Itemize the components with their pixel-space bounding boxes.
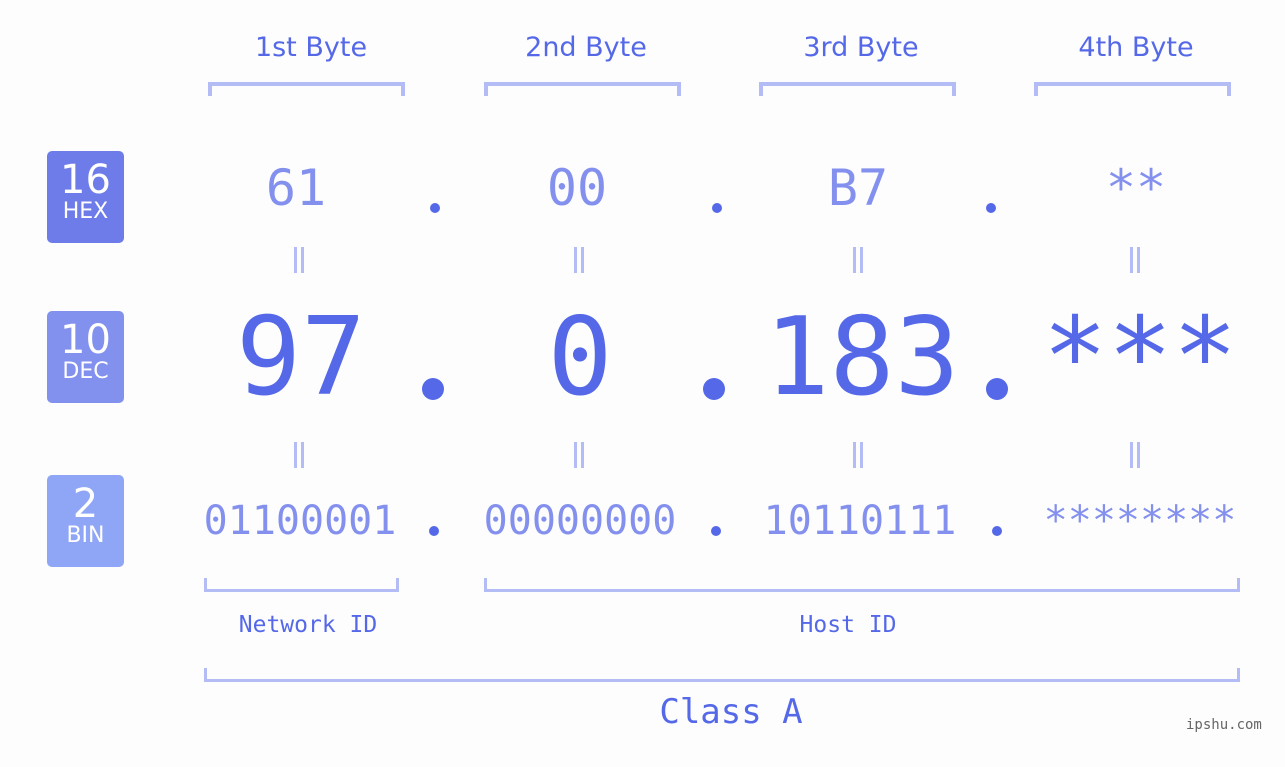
byte-header-1: 1st Byte bbox=[254, 32, 368, 63]
bin-byte-1: 01100001 bbox=[203, 498, 397, 544]
host-bracket bbox=[484, 578, 1240, 592]
bin-dot-2 bbox=[711, 526, 721, 536]
equals-icon bbox=[572, 247, 586, 273]
hex-badge: 16 HEX bbox=[47, 151, 124, 243]
dec-byte-4: *** bbox=[1042, 295, 1238, 420]
byte-bracket-1 bbox=[208, 82, 405, 96]
bin-badge-number: 2 bbox=[72, 481, 99, 527]
hex-byte-2: 00 bbox=[546, 159, 608, 217]
hex-badge-label: HEX bbox=[62, 199, 109, 224]
hex-byte-1: 61 bbox=[265, 159, 327, 217]
equals-icon bbox=[572, 442, 586, 468]
bin-byte-4: ******** bbox=[1043, 498, 1237, 544]
hex-dot-1 bbox=[430, 203, 440, 213]
bin-badge-label: BIN bbox=[66, 523, 105, 548]
equals-icon bbox=[1128, 442, 1142, 468]
dec-byte-2: 0 bbox=[547, 295, 613, 420]
bin-badge: 2 BIN bbox=[47, 475, 124, 567]
equals-icon bbox=[1128, 247, 1142, 273]
equals-icon bbox=[292, 442, 306, 468]
hex-badge-number: 16 bbox=[60, 157, 111, 203]
byte-header-2: 2nd Byte bbox=[525, 32, 647, 63]
dec-badge-number: 10 bbox=[60, 317, 111, 363]
equals-icon bbox=[851, 247, 865, 273]
equals-icon bbox=[292, 247, 306, 273]
byte-bracket-4 bbox=[1034, 82, 1231, 96]
dec-dot-1 bbox=[422, 378, 444, 400]
bin-byte-3: 10110111 bbox=[763, 498, 957, 544]
dec-dot-2 bbox=[703, 378, 725, 400]
watermark: ipshu.com bbox=[1186, 717, 1262, 733]
dec-byte-3: 183 bbox=[764, 295, 960, 420]
class-bracket bbox=[204, 668, 1240, 682]
dec-badge: 10 DEC bbox=[47, 311, 124, 403]
equals-icon bbox=[851, 442, 865, 468]
network-id-label: Network ID bbox=[238, 612, 378, 638]
hex-byte-3: B7 bbox=[827, 159, 889, 217]
host-id-label: Host ID bbox=[799, 612, 897, 638]
byte-bracket-3 bbox=[759, 82, 956, 96]
hex-dot-3 bbox=[986, 203, 996, 213]
dec-dot-3 bbox=[986, 378, 1008, 400]
class-label: Class A bbox=[659, 692, 803, 732]
dec-badge-label: DEC bbox=[62, 359, 109, 384]
dec-byte-1: 97 bbox=[235, 295, 367, 420]
bin-byte-2: 00000000 bbox=[483, 498, 677, 544]
bin-dot-1 bbox=[429, 526, 439, 536]
bin-dot-3 bbox=[992, 526, 1002, 536]
byte-header-3: 3rd Byte bbox=[803, 32, 919, 63]
byte-header-4: 4th Byte bbox=[1078, 32, 1194, 63]
hex-dot-2 bbox=[712, 203, 722, 213]
hex-byte-4: ** bbox=[1105, 159, 1167, 217]
byte-bracket-2 bbox=[484, 82, 681, 96]
network-bracket bbox=[204, 578, 399, 592]
